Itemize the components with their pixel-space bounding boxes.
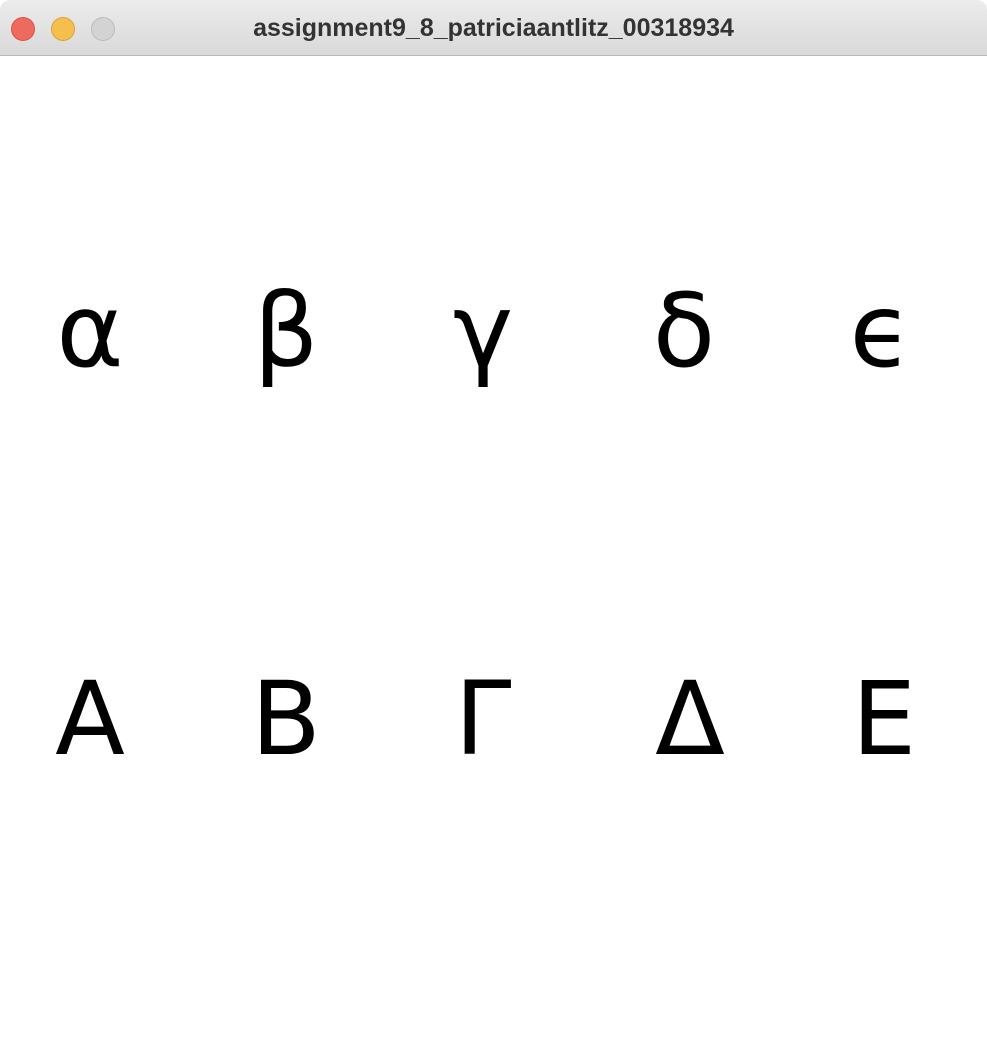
uppercase-epsilon: Ε (851, 660, 917, 779)
window-title: assignment9_8_patriciaantlitz_00318934 (253, 14, 734, 42)
uppercase-beta: Β (251, 660, 321, 779)
uppercase-gamma: Γ (454, 660, 512, 779)
uppercase-delta: Δ (655, 660, 725, 779)
uppercase-alpha: Α (55, 660, 125, 779)
sketch-canvas: α β γ δ ϵ Α Β Γ Δ Ε (0, 56, 987, 1052)
lowercase-epsilon: ϵ (849, 272, 913, 391)
title-bar[interactable]: assignment9_8_patriciaantlitz_00318934 (0, 0, 987, 56)
lowercase-alpha: α (56, 272, 124, 391)
app-window: assignment9_8_patriciaantlitz_00318934 α… (0, 0, 987, 1052)
lowercase-delta: δ (652, 272, 716, 391)
lowercase-gamma: γ (452, 272, 514, 391)
lowercase-beta: β (253, 272, 319, 391)
